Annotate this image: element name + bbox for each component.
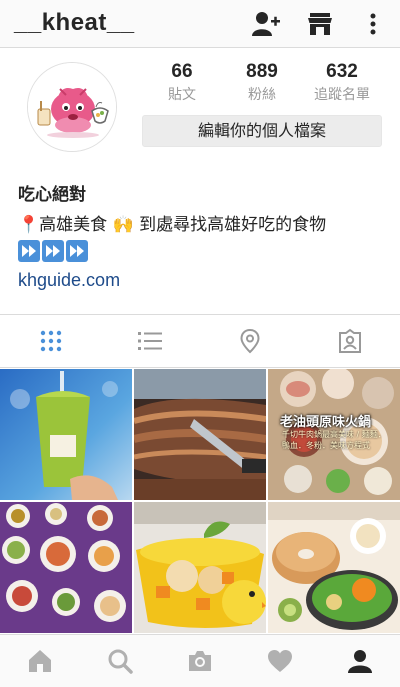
followers-count: 889: [246, 61, 278, 82]
home-icon[interactable]: [27, 648, 53, 674]
camera-icon[interactable]: [187, 648, 213, 674]
fast-forward-icon: [18, 240, 40, 262]
more-vertical-icon[interactable]: [358, 10, 388, 38]
profile-name: 吃心絕對: [18, 185, 86, 205]
search-icon[interactable]: [107, 648, 133, 674]
username-title: __kheat__: [14, 9, 135, 36]
fast-forward-icon: [66, 240, 88, 262]
posts-stat[interactable]: 66 貼文: [142, 60, 222, 105]
location-pin-icon[interactable]: [237, 328, 263, 354]
followers-label: 粉絲: [248, 87, 276, 103]
profile-icon[interactable]: [347, 648, 373, 674]
list-view-icon[interactable]: [137, 328, 163, 354]
post-overlay-title: 老油頭原味火鍋: [280, 415, 372, 430]
profile-stats: 66 貼文 889 粉絲 632 追蹤名單: [142, 60, 382, 108]
posts-label: 貼文: [168, 87, 196, 103]
following-count: 632: [326, 61, 358, 82]
post-thumbnail[interactable]: [0, 502, 132, 633]
bottom-navigation: [0, 634, 400, 687]
followers-stat[interactable]: 889 粉絲: [222, 60, 302, 105]
following-stat[interactable]: 632 追蹤名單: [302, 60, 382, 105]
post-thumbnail[interactable]: [134, 502, 266, 633]
posts-count: 66: [171, 61, 193, 82]
shop-icon[interactable]: [305, 10, 335, 38]
add-user-icon[interactable]: [251, 10, 281, 38]
post-thumbnail[interactable]: 老油頭原味火鍋 千切牛肉鍋最高美味 / 麵麵．鴨血．冬粉．美味方程式: [268, 369, 400, 500]
photo-grid: 老油頭原味火鍋 千切牛肉鍋最高美味 / 麵麵．鴨血．冬粉．美味方程式: [0, 369, 400, 633]
tagged-photos-icon[interactable]: [337, 328, 363, 354]
post-thumbnail[interactable]: [134, 369, 266, 500]
bio-emoji-row: [18, 240, 90, 262]
fast-forward-icon: [42, 240, 64, 262]
post-overlay-text: 千切牛肉鍋最高美味 / 麵麵．鴨血．冬粉．美味方程式: [282, 430, 386, 450]
following-label: 追蹤名單: [314, 87, 370, 103]
bio-text: 📍高雄美食 🙌 到處尋找高雄好吃的食物: [18, 215, 327, 235]
avatar[interactable]: [27, 62, 117, 152]
grid-view-icon[interactable]: [38, 328, 64, 354]
website-link[interactable]: khguide.com: [18, 270, 120, 291]
post-thumbnail[interactable]: [268, 502, 400, 633]
post-thumbnail[interactable]: [0, 369, 132, 500]
edit-profile-button[interactable]: 編輯你的個人檔案: [142, 115, 382, 147]
top-bar: __kheat__: [0, 0, 400, 48]
profile-tabs: [0, 314, 400, 368]
heart-icon[interactable]: [267, 648, 293, 674]
